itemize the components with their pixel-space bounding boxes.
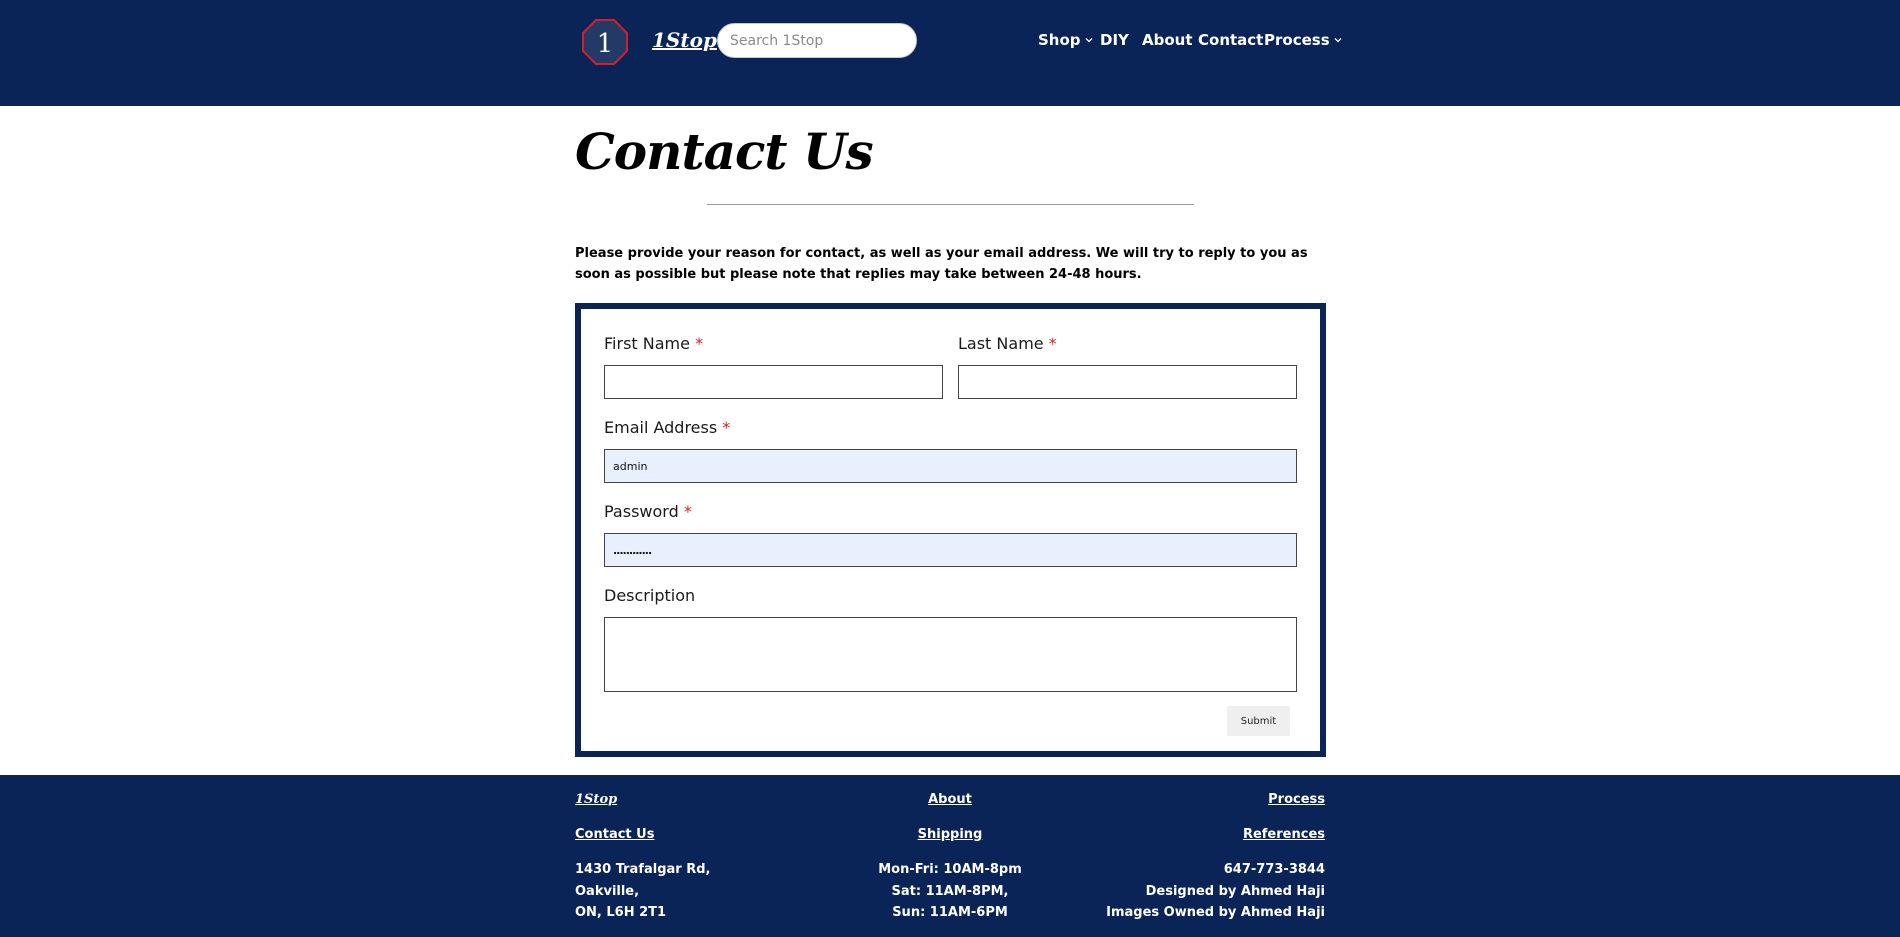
nav-diy[interactable]: DIY bbox=[1100, 31, 1129, 49]
description-label-text: Description bbox=[604, 586, 696, 605]
nav-shop-label: Shop bbox=[1038, 31, 1081, 49]
description-label: Description bbox=[604, 586, 695, 605]
nav-diy-label: DIY bbox=[1100, 31, 1129, 49]
hours-line: Sun: 11AM-6PM bbox=[892, 905, 1008, 920]
nav-contact-label: Contact bbox=[1198, 31, 1264, 49]
nav-contact[interactable]: Contact bbox=[1198, 31, 1263, 49]
search-input[interactable] bbox=[717, 23, 917, 58]
last-name-label-text: Last Name bbox=[958, 334, 1044, 353]
brand-link[interactable]: 1Stop bbox=[652, 28, 717, 52]
description-textarea[interactable] bbox=[604, 617, 1297, 692]
footer-shipping-link[interactable]: Shipping bbox=[918, 827, 983, 842]
address-line: 1430 Trafalgar Rd, bbox=[575, 862, 711, 877]
footer-info: 647-773-3844 Designed by Ahmed Haji Imag… bbox=[1106, 859, 1325, 924]
intro-text: Please provide your reason for contact, … bbox=[575, 246, 1308, 282]
site-header: 1 1Stop Shop DIY About Contact Process bbox=[0, 0, 1900, 106]
hours-line: Mon-Fri: 10AM-8pm bbox=[878, 862, 1022, 877]
images-credit: Images Owned by Ahmed Haji bbox=[1106, 905, 1325, 920]
footer-process-link[interactable]: Process bbox=[1268, 792, 1325, 807]
chevron-down-icon bbox=[1334, 38, 1342, 43]
page-title: Contact Us bbox=[575, 122, 874, 181]
first-name-label-text: First Name bbox=[604, 334, 690, 353]
email-field[interactable] bbox=[604, 449, 1297, 483]
logo-glyph: 1 bbox=[597, 29, 614, 59]
nav-about-label: About bbox=[1142, 31, 1193, 49]
nav-process[interactable]: Process bbox=[1264, 31, 1343, 49]
password-label-text: Password bbox=[604, 502, 679, 521]
hours-line: Sat: 11AM-8PM, bbox=[891, 883, 1009, 899]
footer-hours: Mon-Fri: 10AM-8pm Sat: 11AM-8PM, Sun: 11… bbox=[878, 859, 1022, 924]
chevron-down-icon bbox=[1085, 38, 1092, 43]
required-mark: * bbox=[695, 334, 704, 353]
first-name-label: First Name * bbox=[604, 334, 703, 353]
address-line: Oakville, bbox=[575, 883, 640, 899]
required-mark: * bbox=[1048, 334, 1057, 353]
footer-address: 1430 Trafalgar Rd, Oakville, ON, L6H 2T1 bbox=[575, 859, 710, 924]
phone-number: 647-773-3844 bbox=[1223, 862, 1325, 877]
first-name-field[interactable] bbox=[604, 365, 943, 399]
logo-icon[interactable]: 1 bbox=[582, 19, 628, 65]
nav-shop[interactable]: Shop bbox=[1038, 31, 1094, 49]
footer-brand-link[interactable]: 1Stop bbox=[575, 792, 617, 807]
required-mark: * bbox=[722, 418, 731, 437]
address-line: ON, L6H 2T1 bbox=[575, 905, 667, 920]
email-label-text: Email Address bbox=[604, 418, 718, 437]
title-divider bbox=[707, 204, 1194, 205]
required-mark: * bbox=[683, 502, 692, 521]
email-label: Email Address * bbox=[604, 418, 730, 437]
site-footer: 1Stop About Process Contact Us Shipping … bbox=[0, 775, 1900, 937]
submit-button[interactable]: Submit bbox=[1227, 706, 1290, 736]
designer-credit: Designed by Ahmed Haji bbox=[1145, 883, 1325, 899]
footer-contact-link[interactable]: Contact Us bbox=[575, 827, 654, 842]
last-name-field[interactable] bbox=[958, 365, 1297, 399]
password-field[interactable] bbox=[604, 533, 1297, 567]
password-label: Password * bbox=[604, 502, 692, 521]
last-name-label: Last Name * bbox=[958, 334, 1057, 353]
footer-references-link[interactable]: References bbox=[1243, 827, 1325, 842]
footer-about-link[interactable]: About bbox=[928, 792, 972, 807]
nav-about[interactable]: About bbox=[1142, 31, 1193, 49]
nav-process-label: Process bbox=[1264, 31, 1330, 49]
